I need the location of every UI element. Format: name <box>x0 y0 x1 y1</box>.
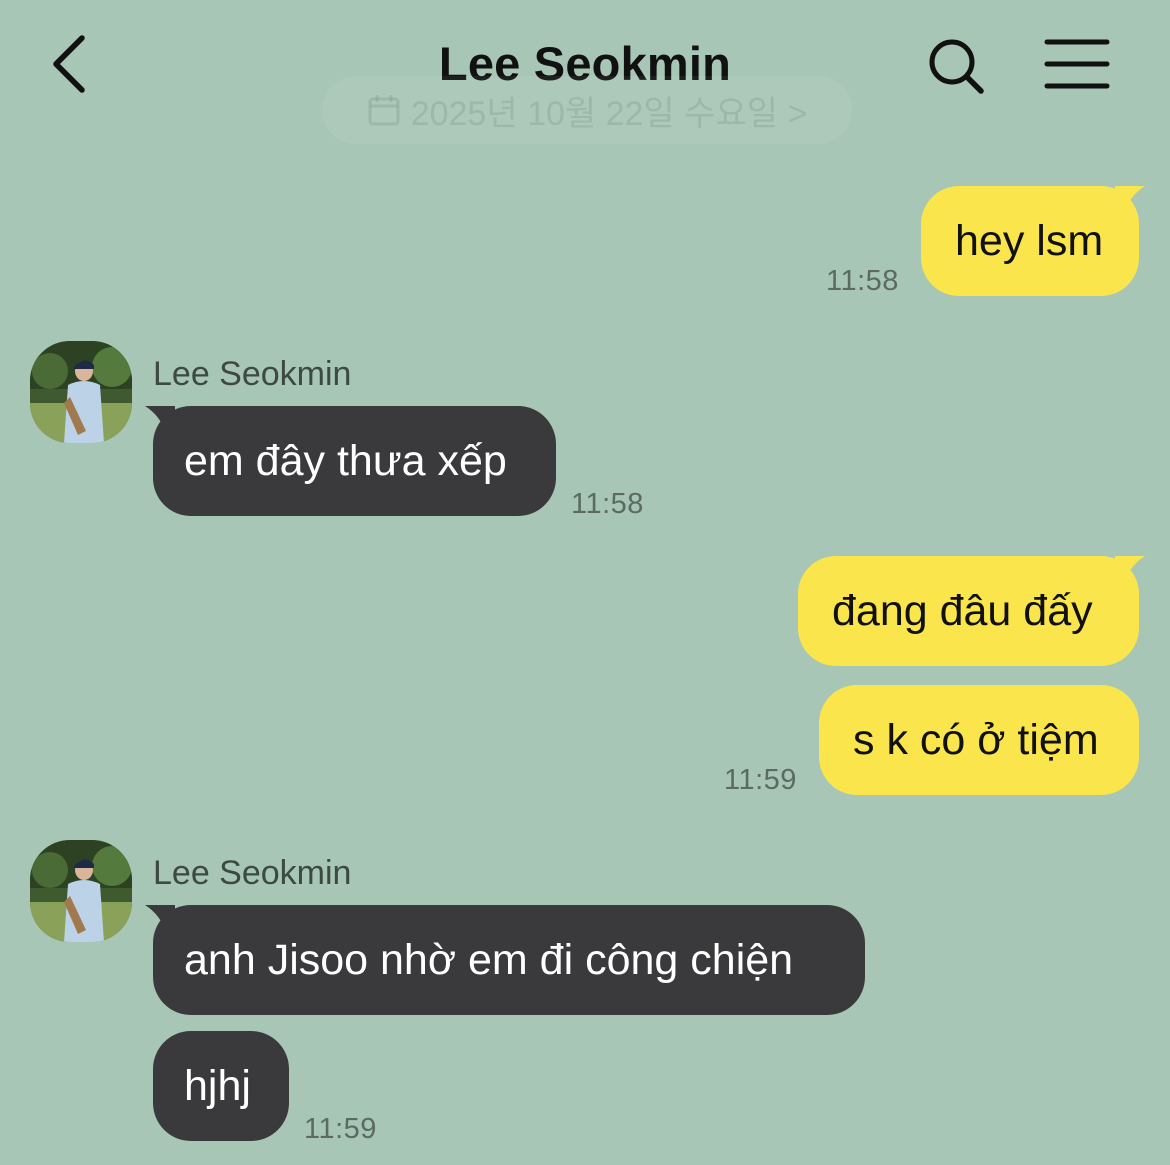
incoming-message-bubble[interactable]: hjhj <box>153 1031 289 1141</box>
incoming-message-bubble[interactable]: anh Jisoo nhờ em đi công chiện <box>145 905 865 1015</box>
avatar[interactable] <box>30 341 132 443</box>
message-text: đang đâu đấy <box>832 587 1093 635</box>
message-text: anh Jisoo nhờ em đi công chiện <box>184 936 794 984</box>
sender-name: Lee Seokmin <box>153 854 352 892</box>
message-text: hjhj <box>184 1062 251 1110</box>
message-text: hey lsm <box>955 217 1104 265</box>
hamburger-menu-icon <box>1044 39 1110 89</box>
message-time: 11:58 <box>826 265 899 297</box>
search-icon <box>929 39 984 94</box>
incoming-message-bubble[interactable]: em đây thưa xếp <box>145 406 556 516</box>
sender-name: Lee Seokmin <box>153 355 352 393</box>
bubble-tail-icon <box>145 905 175 935</box>
outgoing-message-bubble[interactable]: hey lsm <box>921 186 1145 296</box>
profile-photo-icon <box>30 341 132 443</box>
menu-button[interactable] <box>1040 34 1114 94</box>
avatar[interactable] <box>30 840 132 942</box>
bubble-tail-icon <box>1115 556 1145 586</box>
profile-photo-icon <box>30 840 132 942</box>
calendar-icon <box>368 95 400 126</box>
message-time: 11:58 <box>571 488 644 520</box>
bubble-tail-icon <box>1115 186 1145 216</box>
search-button[interactable] <box>920 30 990 100</box>
message-text: em đây thưa xếp <box>184 437 507 485</box>
message-time: 11:59 <box>724 764 797 796</box>
message-time: 11:59 <box>304 1113 377 1145</box>
bubble-tail-icon <box>145 406 175 436</box>
message-text: s k có ở tiệm <box>853 716 1099 764</box>
date-separator[interactable]: 2025년 10월 22일 수요일 > <box>322 76 852 144</box>
outgoing-message-bubble[interactable]: s k có ở tiệm <box>819 685 1139 795</box>
date-separator-label: 2025년 10월 22일 수요일 > <box>410 94 808 133</box>
outgoing-message-bubble[interactable]: đang đâu đấy <box>798 556 1145 666</box>
